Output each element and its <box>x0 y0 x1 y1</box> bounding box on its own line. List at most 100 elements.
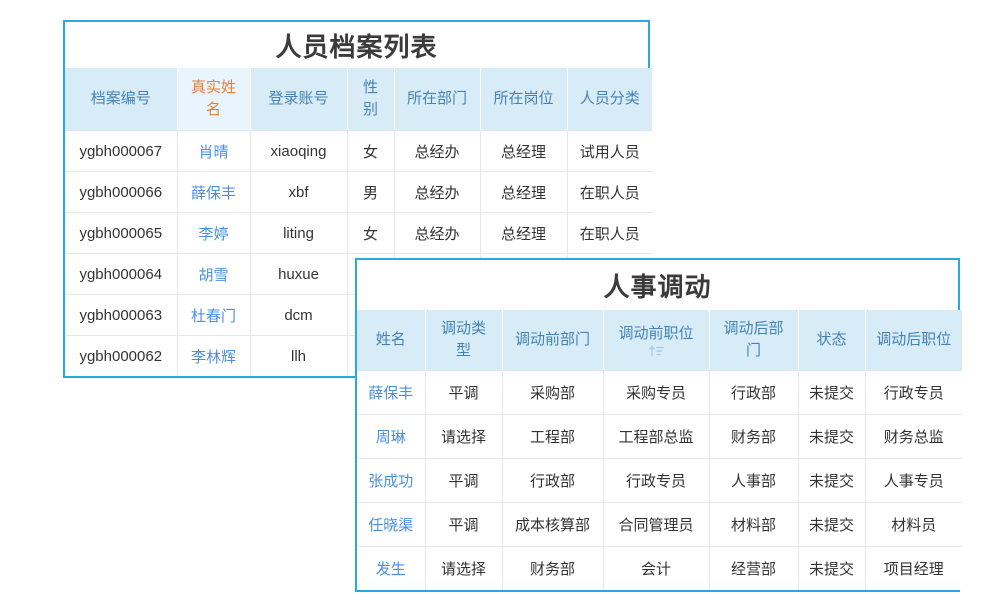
archive-cell-real-name[interactable]: 薛保丰 <box>177 172 250 213</box>
archive-cell-department: 总经办 <box>394 172 480 213</box>
archive-header-real-name[interactable]: 真实姓名 <box>177 68 250 131</box>
archive-cell-position: 总经理 <box>480 131 567 172</box>
transfer-header-status: 状态 <box>798 310 865 371</box>
table-row: 薛保丰平调采购部采购专员行政部未提交行政专员 <box>357 371 962 415</box>
archive-cell-login-account: xiaoqing <box>250 131 347 172</box>
transfer-cell-position-after: 材料员 <box>865 503 962 547</box>
transfer-panel-title: 人事调动 <box>357 260 958 310</box>
transfer-cell-dept-before: 成本核算部 <box>502 503 603 547</box>
archive-cell-archive-no: ygbh000063 <box>65 295 177 336</box>
archive-header-category: 人员分类 <box>567 68 652 131</box>
archive-cell-archive-no: ygbh000062 <box>65 336 177 377</box>
archive-cell-gender: 女 <box>347 213 394 254</box>
transfer-cell-transfer-type[interactable]: 请选择 <box>425 415 502 459</box>
table-row: ygbh000067肖晴xiaoqing女总经办总经理试用人员 <box>65 131 652 172</box>
archive-cell-real-name[interactable]: 肖晴 <box>177 131 250 172</box>
column-label: 真实姓名 <box>191 79 236 118</box>
transfer-cell-status: 未提交 <box>798 371 865 415</box>
column-label: 所在部门 <box>407 90 467 107</box>
archive-cell-category: 在职人员 <box>567 172 652 213</box>
transfer-cell-dept-after: 经营部 <box>709 547 798 591</box>
archive-cell-gender: 男 <box>347 172 394 213</box>
column-label: 调动类型 <box>441 320 486 359</box>
column-label: 调动前部门 <box>515 331 590 348</box>
transfer-cell-dept-after: 财务部 <box>709 415 798 459</box>
archive-cell-category: 在职人员 <box>567 213 652 254</box>
archive-cell-archive-no: ygbh000065 <box>65 213 177 254</box>
transfer-cell-position-before: 行政专员 <box>603 459 709 503</box>
archive-cell-real-name[interactable]: 杜春门 <box>177 295 250 336</box>
transfer-table: 姓名调动类型调动前部门调动前职位调动后部门状态调动后职位 薛保丰平调采购部采购专… <box>357 310 962 590</box>
archive-cell-login-account: huxue <box>250 254 347 295</box>
transfer-cell-dept-before: 采购部 <box>502 371 603 415</box>
transfer-header-transfer-type: 调动类型 <box>425 310 502 371</box>
transfer-cell-dept-after: 行政部 <box>709 371 798 415</box>
archive-header-login-account: 登录账号 <box>250 68 347 131</box>
transfer-cell-status: 未提交 <box>798 503 865 547</box>
transfer-cell-dept-after: 人事部 <box>709 459 798 503</box>
table-row: ygbh000066薛保丰xbf男总经办总经理在职人员 <box>65 172 652 213</box>
table-row: ygbh000065李婷liting女总经办总经理在职人员 <box>65 213 652 254</box>
archive-cell-gender: 女 <box>347 131 394 172</box>
transfer-cell-transfer-type[interactable]: 请选择 <box>425 547 502 591</box>
transfer-cell-dept-after: 材料部 <box>709 503 798 547</box>
transfer-cell-position-before: 采购专员 <box>603 371 709 415</box>
transfer-cell-position-before: 会计 <box>603 547 709 591</box>
table-row: 发生请选择财务部会计经营部未提交项目经理 <box>357 547 962 591</box>
transfer-cell-name[interactable]: 周琳 <box>357 415 425 459</box>
transfer-cell-transfer-type[interactable]: 平调 <box>425 371 502 415</box>
transfer-cell-status: 未提交 <box>798 459 865 503</box>
column-label: 调动后部门 <box>723 320 783 359</box>
archive-cell-real-name[interactable]: 李婷 <box>177 213 250 254</box>
transfer-cell-position-after: 财务总监 <box>865 415 962 459</box>
transfer-header-dept-after: 调动后部门 <box>709 310 798 371</box>
column-label: 登录账号 <box>268 90 328 107</box>
sort-ascending-icon[interactable] <box>648 345 664 357</box>
transfer-cell-name[interactable]: 任晓渠 <box>357 503 425 547</box>
archive-cell-position: 总经理 <box>480 172 567 213</box>
column-label: 姓名 <box>376 331 406 348</box>
transfer-cell-transfer-type[interactable]: 平调 <box>425 459 502 503</box>
archive-cell-department: 总经办 <box>394 213 480 254</box>
archive-cell-archive-no: ygbh000064 <box>65 254 177 295</box>
column-label: 人员分类 <box>580 90 640 107</box>
archive-cell-archive-no: ygbh000067 <box>65 131 177 172</box>
archive-cell-real-name[interactable]: 李林辉 <box>177 336 250 377</box>
transfer-cell-position-after: 人事专员 <box>865 459 962 503</box>
column-label: 调动后职位 <box>876 331 951 348</box>
archive-header-position: 所在岗位 <box>480 68 567 131</box>
transfer-cell-position-after: 项目经理 <box>865 547 962 591</box>
archive-cell-login-account: xbf <box>250 172 347 213</box>
archive-cell-position: 总经理 <box>480 213 567 254</box>
archive-cell-login-account: liting <box>250 213 347 254</box>
personnel-transfer-panel: 人事调动 姓名调动类型调动前部门调动前职位调动后部门状态调动后职位 薛保丰平调采… <box>355 258 960 592</box>
transfer-cell-position-before: 合同管理员 <box>603 503 709 547</box>
transfer-header-position-before[interactable]: 调动前职位 <box>603 310 709 371</box>
archive-cell-real-name[interactable]: 胡雪 <box>177 254 250 295</box>
column-label: 档案编号 <box>91 90 151 107</box>
table-row: 张成功平调行政部行政专员人事部未提交人事专员 <box>357 459 962 503</box>
column-label: 调动前职位 <box>618 325 693 342</box>
transfer-cell-status: 未提交 <box>798 547 865 591</box>
transfer-cell-position-after: 行政专员 <box>865 371 962 415</box>
archive-cell-login-account: llh <box>250 336 347 377</box>
transfer-header-position-after: 调动后职位 <box>865 310 962 371</box>
transfer-cell-name[interactable]: 薛保丰 <box>357 371 425 415</box>
archive-cell-archive-no: ygbh000066 <box>65 172 177 213</box>
column-label: 性别 <box>363 79 378 118</box>
column-label: 状态 <box>816 331 846 348</box>
archive-header-gender: 性别 <box>347 68 394 131</box>
transfer-cell-name[interactable]: 张成功 <box>357 459 425 503</box>
table-row: 任晓渠平调成本核算部合同管理员材料部未提交材料员 <box>357 503 962 547</box>
transfer-cell-position-before: 工程部总监 <box>603 415 709 459</box>
archive-cell-department: 总经办 <box>394 131 480 172</box>
transfer-cell-transfer-type[interactable]: 平调 <box>425 503 502 547</box>
transfer-header-name: 姓名 <box>357 310 425 371</box>
transfer-header-row: 姓名 调动类型 调动前部门 调动前职位 调动后部门 状态 调动后职位 <box>357 310 962 371</box>
archive-header-row: 档案编号 真实姓名 登录账号 性别 所在部门 所在岗位 人员分类 <box>65 68 652 131</box>
column-label: 所在岗位 <box>493 90 553 107</box>
transfer-cell-name[interactable]: 发生 <box>357 547 425 591</box>
transfer-cell-status: 未提交 <box>798 415 865 459</box>
transfer-header-dept-before: 调动前部门 <box>502 310 603 371</box>
table-row: 周琳请选择工程部工程部总监财务部未提交财务总监 <box>357 415 962 459</box>
